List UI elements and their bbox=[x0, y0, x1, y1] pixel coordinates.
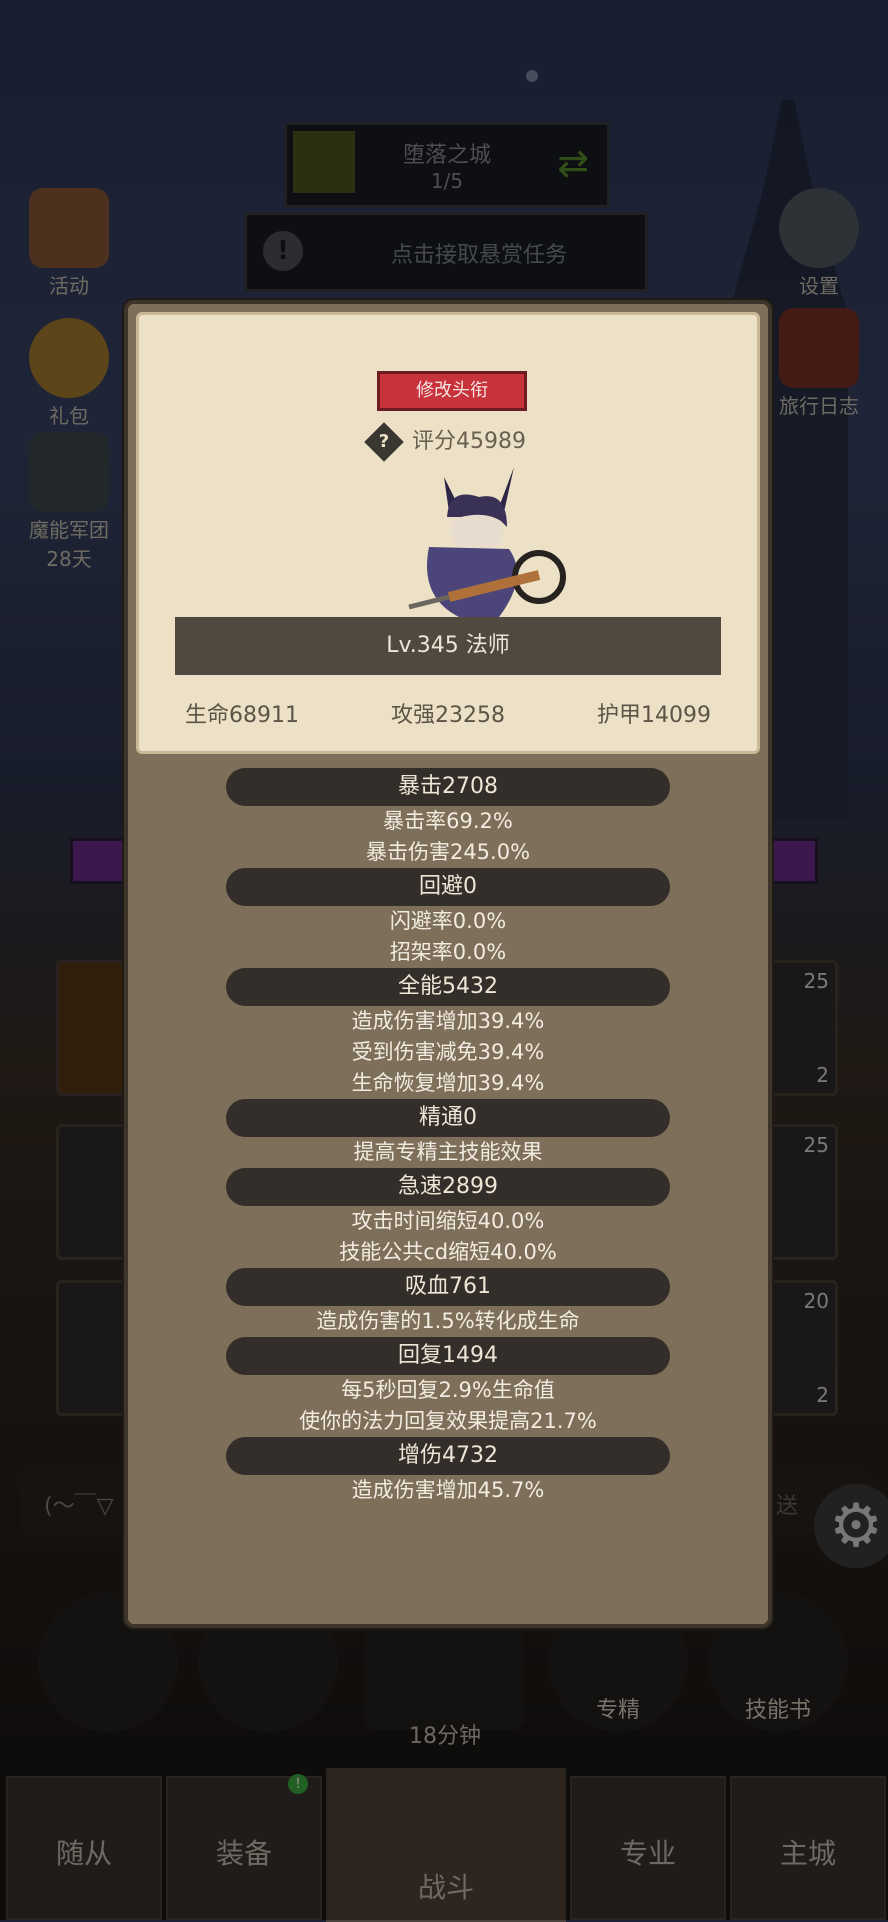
level-class-bar: Lv.345 法师 bbox=[175, 617, 721, 675]
stat-versatility: 全能5432 bbox=[226, 968, 670, 1006]
score-row: ? 评分45989 bbox=[139, 422, 757, 462]
stat-line: 攻击时间缩短40.0% bbox=[351, 1209, 545, 1233]
stat-line: 造成伤害增加39.4% bbox=[351, 1009, 545, 1033]
stat-regen: 回复1494 bbox=[226, 1337, 670, 1375]
stat-line: 受到伤害减免39.4% bbox=[351, 1040, 545, 1064]
stat-damage-bonus: 增伤4732 bbox=[226, 1437, 670, 1475]
stat-line: 闪避率0.0% bbox=[389, 909, 507, 933]
stat-crit: 暴击2708 bbox=[226, 768, 670, 806]
stat-lifesteal: 吸血761 bbox=[226, 1268, 670, 1306]
stat-line: 提高专精主技能效果 bbox=[353, 1140, 543, 1164]
stat-mastery: 精通0 bbox=[226, 1099, 670, 1137]
stat-line: 暴击伤害245.0% bbox=[365, 840, 531, 864]
stat-line: 造成伤害增加45.7% bbox=[351, 1478, 545, 1502]
hp-stat: 生命68911 bbox=[185, 703, 299, 728]
stat-haste: 急速2899 bbox=[226, 1168, 670, 1206]
profile-card: 修改头衔 ? 评分45989 Lv.345 法师 生命68911 攻强23258 … bbox=[136, 312, 760, 754]
stat-dodge: 回避0 bbox=[226, 868, 670, 906]
stat-list: 暴击2708 暴击率69.2% 暴击伤害245.0% 回避0 闪避率0.0% 招… bbox=[128, 768, 768, 1506]
stat-line: 造成伤害的1.5%转化成生命 bbox=[316, 1309, 580, 1333]
character-panel: 修改头衔 ? 评分45989 Lv.345 法师 生命68911 攻强23258 … bbox=[124, 300, 772, 1628]
stat-line: 招架率0.0% bbox=[389, 940, 507, 964]
stat-line: 使你的法力回复效果提高21.7% bbox=[299, 1409, 597, 1433]
stat-line: 每5秒回复2.9%生命值 bbox=[341, 1378, 555, 1402]
armor-stat: 护甲14099 bbox=[597, 703, 711, 728]
score-value: 评分45989 bbox=[412, 429, 526, 454]
stat-line: 技能公共cd缩短40.0% bbox=[339, 1240, 557, 1264]
change-title-button[interactable]: 修改头衔 bbox=[377, 371, 527, 411]
attack-stat: 攻强23258 bbox=[391, 703, 505, 728]
help-icon[interactable]: ? bbox=[364, 422, 404, 462]
stat-line: 暴击率69.2% bbox=[383, 809, 513, 833]
mage-avatar bbox=[408, 467, 566, 617]
stat-line: 生命恢复增加39.4% bbox=[351, 1071, 545, 1095]
base-stats: 生命68911 攻强23258 护甲14099 bbox=[139, 697, 757, 729]
